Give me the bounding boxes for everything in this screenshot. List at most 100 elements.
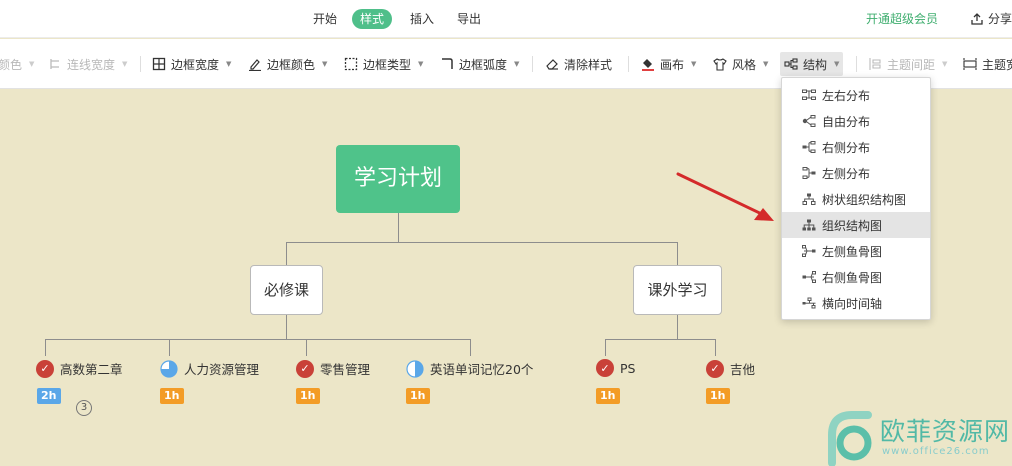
style-theme-button[interactable]: 风格 ▼ — [713, 55, 768, 73]
pen-icon — [249, 59, 261, 71]
toolbar-divider — [856, 56, 857, 72]
border-color-label: 边框颜色 — [267, 57, 316, 72]
leaf-topic[interactable]: 英语单词记忆20个 — [406, 359, 533, 378]
border-type-button[interactable]: 边框类型 ▼ — [344, 55, 423, 73]
chevron-down-icon: ▼ — [514, 60, 520, 68]
chevron-down-icon: ▼ — [418, 60, 424, 68]
check-icon: ✓ — [596, 359, 614, 377]
connector-line — [45, 339, 46, 356]
collapsed-count-badge[interactable]: 3 — [76, 400, 92, 416]
menu-item-label: 左侧鱼骨图 — [822, 244, 883, 259]
duration-badge: 1h — [406, 388, 430, 404]
menu-item-label: 树状组织结构图 — [822, 192, 907, 207]
connector-line — [286, 242, 287, 265]
tab-export[interactable]: 导出 — [457, 9, 481, 29]
chevron-down-icon: ▼ — [942, 60, 948, 68]
duration-badge: 1h — [160, 388, 184, 404]
color-button[interactable]: 颜色 ▼ — [0, 55, 34, 73]
chevron-down-icon: ▼ — [834, 60, 840, 68]
watermark-title: 欧菲资源网 — [880, 417, 1011, 446]
topic-spacing-button[interactable]: 主题间距 ▼ — [868, 55, 947, 73]
top-tab-bar: 开始 样式 插入 导出 开通超级会员 分享 — [0, 0, 1012, 38]
menu-item-label: 自由分布 — [822, 114, 871, 129]
menu-item-tree-org[interactable]: 树状组织结构图 — [782, 186, 930, 212]
duration-badge: 1h — [596, 388, 620, 404]
chevron-down-icon: ▼ — [763, 60, 769, 68]
tab-insert[interactable]: 插入 — [410, 9, 434, 29]
leaf-label: 吉他 — [730, 362, 756, 377]
structure-button[interactable]: 结构 ▼ — [780, 52, 844, 76]
connector-line — [470, 339, 471, 356]
tree-org-chart-icon — [802, 193, 816, 205]
progress-pie-icon — [160, 359, 178, 378]
clear-style-button[interactable]: 清除样式 — [545, 55, 612, 73]
leaf-label: 人力资源管理 — [184, 362, 260, 377]
share-button[interactable]: 分享 — [970, 9, 1012, 29]
menu-item-left[interactable]: 左侧分布 — [782, 160, 930, 186]
spacing-icon — [869, 58, 881, 70]
menu-item-label: 左侧分布 — [822, 166, 871, 181]
right-fishbone-icon — [802, 271, 816, 283]
structure-dropdown: 左右分布 自由分布 右侧分布 左侧分布 树状组织结构图 组织结构图 左侧鱼骨图 … — [781, 77, 931, 320]
chevron-down-icon: ▼ — [122, 60, 128, 68]
duration-badge: 1h — [296, 388, 320, 404]
duration-badge: 1h — [706, 388, 730, 404]
org-chart-icon — [802, 219, 816, 231]
toolbar-divider — [140, 56, 141, 72]
connector-line — [605, 339, 715, 340]
menu-item-timeline[interactable]: 横向时间轴 — [782, 290, 930, 316]
border-width-button[interactable]: 边框宽度 ▼ — [152, 55, 231, 73]
left-fishbone-icon — [802, 245, 816, 257]
root-topic[interactable]: 学习计划 — [336, 145, 460, 213]
menu-item-left-right[interactable]: 左右分布 — [782, 82, 930, 108]
border-radius-button[interactable]: 边框弧度 ▼ — [440, 55, 519, 73]
duration-badge: 2h — [37, 388, 61, 404]
leaf-topic[interactable]: ✓ PS — [596, 359, 635, 377]
menu-item-right[interactable]: 右侧分布 — [782, 134, 930, 160]
vip-link[interactable]: 开通超级会员 — [866, 9, 938, 29]
leaf-label: PS — [620, 360, 636, 376]
structure-icon — [784, 58, 798, 70]
menu-item-label: 横向时间轴 — [822, 296, 883, 311]
topic-width-button[interactable]: 主题宽 — [963, 55, 1012, 73]
style-theme-label: 风格 — [732, 57, 757, 72]
connector-line — [45, 339, 471, 340]
leaf-topic[interactable]: ✓ 吉他 — [706, 359, 755, 378]
menu-item-label: 组织结构图 — [822, 218, 883, 233]
annotation-arrow-icon — [676, 172, 774, 221]
connector-line — [605, 339, 606, 356]
connector-line — [715, 339, 716, 356]
leaf-label: 英语单词记忆20个 — [430, 362, 534, 377]
connector-line — [677, 242, 678, 265]
canvas-button[interactable]: 画布 ▼ — [641, 55, 696, 73]
line-width-icon — [50, 59, 59, 69]
menu-item-left-fishbone[interactable]: 左侧鱼骨图 — [782, 238, 930, 264]
connector-line — [398, 213, 399, 242]
check-icon: ✓ — [296, 359, 314, 378]
chevron-down-icon: ▼ — [226, 60, 232, 68]
leaf-label: 零售管理 — [320, 362, 371, 377]
color-label: 颜色 — [0, 57, 23, 72]
connector-line — [677, 315, 678, 339]
tab-start[interactable]: 开始 — [313, 9, 337, 29]
left-right-layout-icon — [802, 89, 816, 100]
connector-line — [306, 339, 307, 356]
topic-required-course[interactable]: 必修课 — [250, 265, 323, 315]
check-icon: ✓ — [706, 359, 724, 378]
border-type-label: 边框类型 — [363, 57, 412, 72]
line-width-button[interactable]: 连线宽度 ▼ — [48, 55, 127, 73]
border-color-button[interactable]: 边框颜色 ▼ — [248, 55, 327, 73]
menu-item-label: 右侧分布 — [822, 140, 871, 155]
menu-item-org-chart[interactable]: 组织结构图 — [782, 212, 930, 238]
menu-item-right-fishbone[interactable]: 右侧鱼骨图 — [782, 264, 930, 290]
border-width-icon — [152, 57, 166, 71]
tab-style[interactable]: 样式 — [352, 9, 393, 29]
topic-width-icon — [963, 58, 977, 70]
topic-extracurricular[interactable]: 课外学习 — [633, 265, 722, 315]
leaf-topic[interactable]: ✓ 零售管理 — [296, 359, 370, 378]
menu-item-free[interactable]: 自由分布 — [782, 108, 930, 134]
leaf-topic[interactable]: ✓ 高数第二章 — [36, 359, 123, 378]
leaf-topic[interactable]: 人力资源管理 — [160, 359, 259, 378]
free-layout-icon — [802, 115, 816, 127]
topic-width-label: 主题宽 — [982, 57, 1012, 72]
